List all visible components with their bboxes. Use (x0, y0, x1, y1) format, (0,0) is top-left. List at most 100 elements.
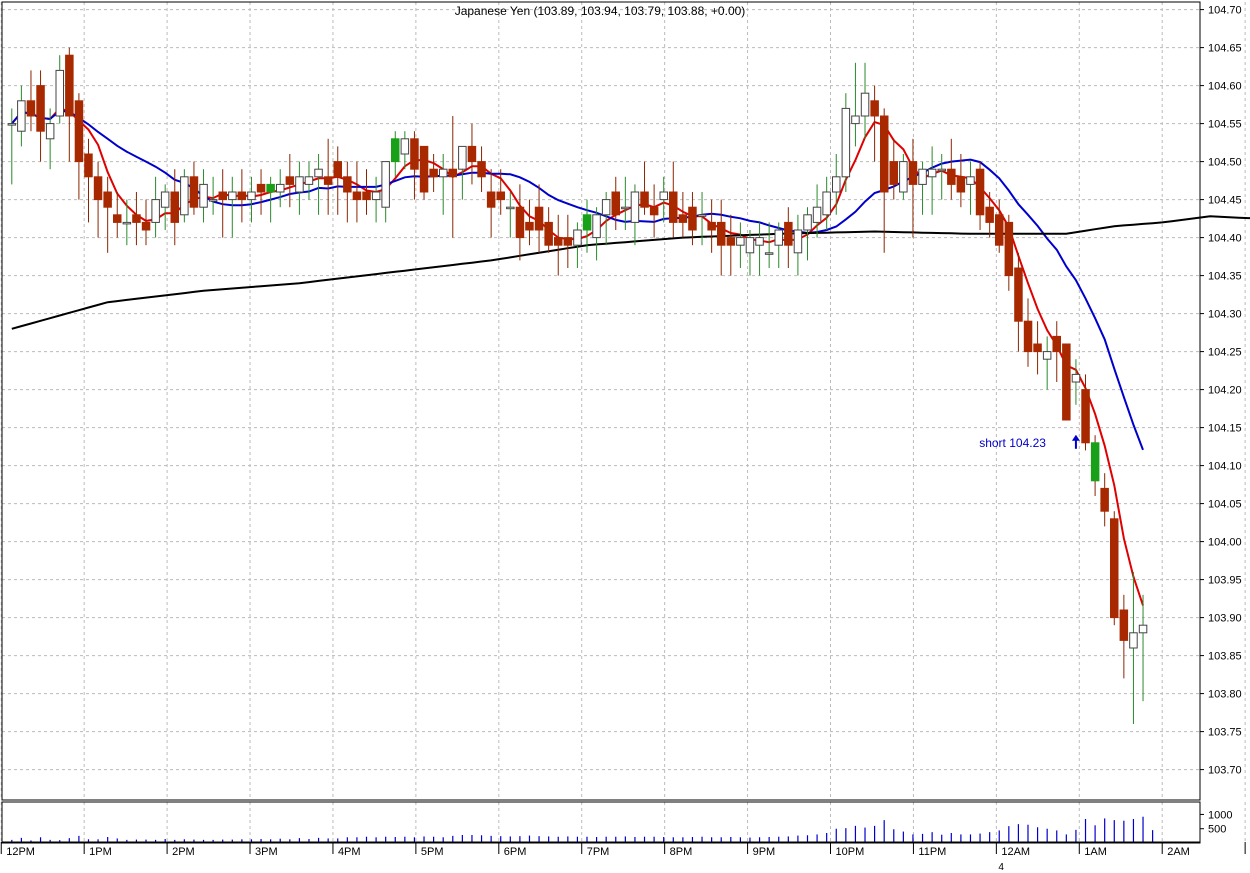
y-tick-label: 104.20 (1208, 385, 1242, 397)
x-tick-label: 6PM (504, 846, 527, 858)
candle-body (899, 161, 908, 193)
candle-body (26, 100, 36, 117)
candle-body (333, 161, 342, 178)
candle-body (870, 100, 879, 117)
candle-body (180, 176, 189, 216)
candle-body (113, 214, 122, 223)
candle-body (985, 206, 994, 223)
y-tick-label: 104.50 (1208, 157, 1242, 169)
candle-body (304, 176, 314, 185)
candle-body (611, 191, 620, 216)
x-tick-label: 9PM (753, 846, 776, 858)
x-tick-label: 1PM (89, 846, 112, 858)
candle-body (927, 168, 937, 178)
candle-body (726, 237, 736, 246)
candle-body (1110, 518, 1119, 619)
x-tick-label: 11PM (918, 846, 946, 858)
annotation-arrow-head (1071, 434, 1080, 441)
candle-body (822, 191, 831, 216)
candle-body (966, 176, 975, 185)
candle-body (669, 191, 678, 223)
candle-body (1081, 389, 1090, 444)
candle-body (84, 153, 93, 178)
x-tick-label: 12PM (6, 846, 35, 858)
candle-body (132, 214, 141, 223)
candle-body (563, 237, 573, 246)
candle-body (1119, 609, 1129, 641)
candle-body (371, 191, 381, 201)
candle-body (65, 54, 74, 117)
y-tick-label: 103.95 (1208, 575, 1242, 587)
candle-body (141, 221, 151, 231)
candle-body (208, 199, 218, 202)
x-tick-label: 7PM (587, 846, 610, 858)
candle-body (956, 176, 966, 193)
candle-body (678, 214, 688, 223)
candle-body (247, 191, 256, 201)
candle-body (486, 191, 496, 208)
candle-body (295, 176, 304, 193)
candle-body (1062, 343, 1071, 421)
date-marker: 4 (998, 862, 1004, 873)
candle-body (1090, 442, 1100, 482)
candle-body (218, 191, 227, 201)
y-tick-label: 104.40 (1208, 233, 1242, 245)
x-tick-label: 10PM (836, 846, 865, 858)
y-tick-label: 104.30 (1208, 309, 1242, 321)
candle-body (621, 206, 630, 210)
candle-body (592, 214, 601, 239)
candle-body (803, 214, 812, 231)
y-tick-label: 104.65 (1208, 43, 1242, 55)
candle-body (841, 107, 851, 178)
candle-body (793, 229, 803, 254)
x-tick-label: 8PM (670, 846, 693, 858)
candle-body (688, 206, 697, 231)
candle-body (477, 161, 486, 178)
candle-body (285, 176, 295, 185)
candle-body (649, 206, 659, 216)
candle-body (1129, 632, 1138, 649)
candle-body (525, 221, 534, 231)
candle-body (362, 191, 371, 201)
y-tick-label: 104.00 (1208, 537, 1242, 549)
candle-body (55, 69, 64, 117)
candle-body (1052, 335, 1061, 353)
candle-body (276, 183, 285, 193)
candle-body (151, 199, 160, 223)
y-tick-label: 103.90 (1208, 613, 1242, 625)
candle-body (755, 237, 764, 246)
candle-body (256, 183, 266, 193)
y-tick-label: 104.05 (1208, 499, 1242, 511)
candle-body (237, 191, 247, 201)
candle-body (458, 145, 467, 170)
candles (7, 47, 1148, 724)
x-tick-label: 4PM (338, 846, 361, 858)
candle-body (439, 168, 448, 178)
moving-average-line (11, 109, 1144, 451)
candle-body (17, 100, 26, 132)
candle-body (1138, 624, 1148, 634)
y-tick-label: 103.80 (1208, 689, 1242, 701)
candle-body (860, 92, 870, 117)
candle-body (640, 191, 649, 208)
candle-body (659, 191, 668, 201)
candle-body (429, 168, 438, 178)
y-tick-label: 104.70 (1208, 5, 1242, 17)
x-tick-label: 2AM (1167, 846, 1190, 858)
annotation-label: short 104.23 (979, 436, 1046, 450)
candle-body (400, 138, 410, 155)
x-tick-label: 5PM (421, 846, 444, 858)
price-panel-frame (1, 1, 1201, 801)
candle-body (122, 221, 132, 225)
candle-body (7, 123, 17, 126)
candle-body (506, 206, 515, 210)
candle-body (323, 176, 333, 185)
candle-body (995, 214, 1004, 246)
volume-tick-label: 1000 (1208, 809, 1232, 821)
y-tick-label: 104.15 (1208, 423, 1242, 435)
candle-body (908, 161, 918, 185)
candle-body (601, 199, 611, 216)
candle-body (93, 176, 103, 201)
candle-body (582, 214, 592, 231)
y-tick-label: 104.25 (1208, 347, 1242, 359)
